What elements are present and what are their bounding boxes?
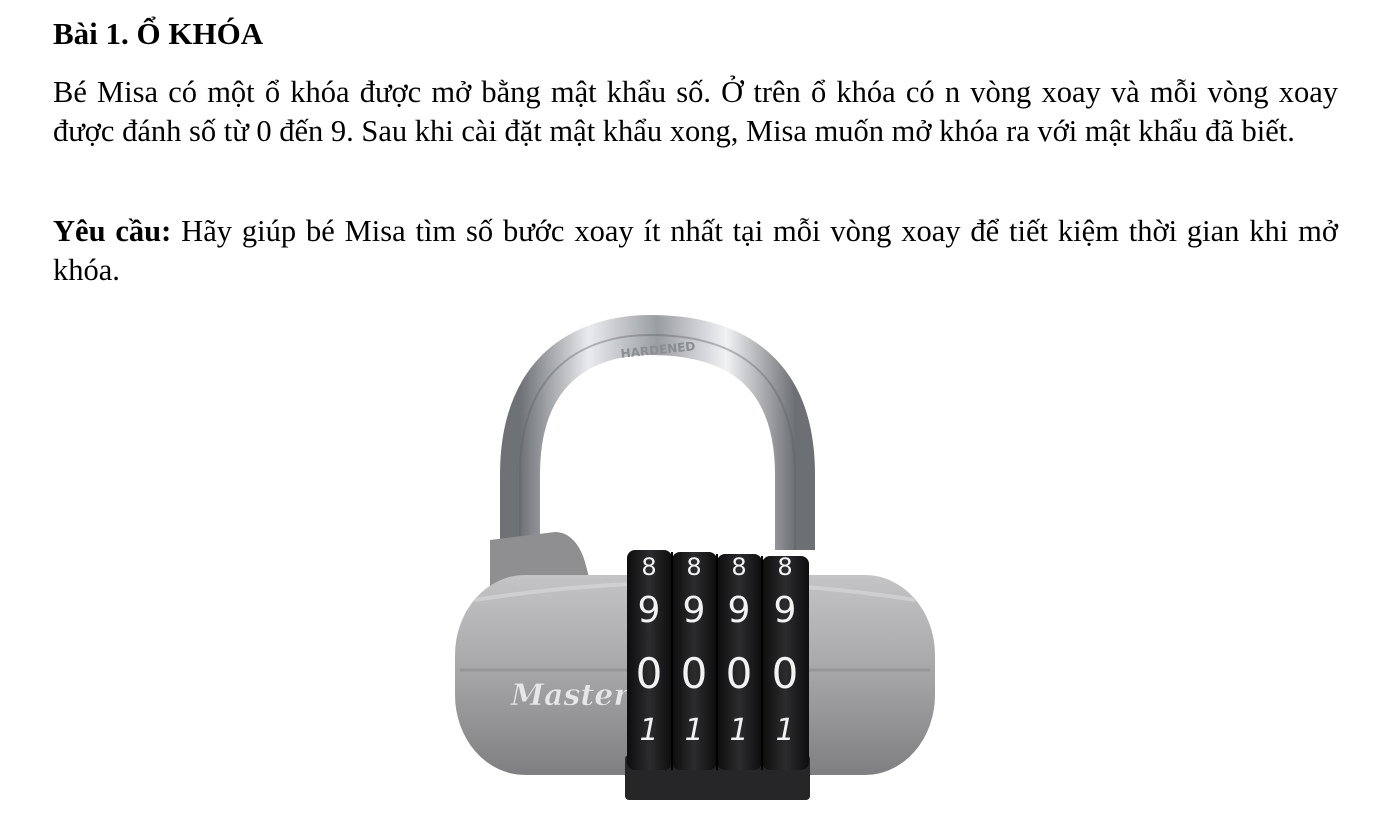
dial-digit: 9: [774, 590, 797, 631]
problem-description: Bé Misa có một ổ khóa được mở bằng mật k…: [53, 75, 1338, 148]
dial-digit: 9: [683, 590, 706, 631]
brand-logo: Master: [510, 678, 631, 713]
dial-digit: 9: [728, 590, 751, 631]
padlock-image: HARDENED Master 8 8 8 89 9 9 90 0 0 01 1 1 1: [455, 314, 935, 800]
problem-requirement: Yêu cầu: Hãy giúp bé Misa tìm số bước xo…: [53, 212, 1338, 290]
dial-digit: 1: [639, 713, 658, 748]
dial-digit: 8: [641, 553, 656, 581]
dial-digit: 0: [681, 649, 708, 698]
shackle: [500, 314, 815, 550]
problem-title: Bài 1. Ổ KHÓA: [53, 16, 264, 51]
dial-digit: 1: [775, 713, 794, 748]
dial-digit: 0: [772, 649, 799, 698]
combination-dials: 8 8 8 89 9 9 90 0 0 01 1 1 1: [627, 550, 809, 770]
requirement-label: Yêu cầu:: [53, 214, 172, 248]
dial-digit: 0: [726, 649, 753, 698]
dial-digit: 1: [684, 713, 703, 748]
padlock-illustration: HARDENED Master 8888999900001111: [420, 300, 960, 810]
dial-digit: 8: [686, 553, 701, 581]
dial-digit: 0: [636, 649, 663, 698]
dial-digit: 8: [731, 553, 746, 581]
dial-digit: 9: [638, 590, 661, 631]
dial-digit: 8: [777, 553, 792, 581]
dial-digit: 1: [729, 713, 748, 748]
requirement-text: Hãy giúp bé Misa tìm số bước xoay ít nhấ…: [53, 214, 1338, 287]
